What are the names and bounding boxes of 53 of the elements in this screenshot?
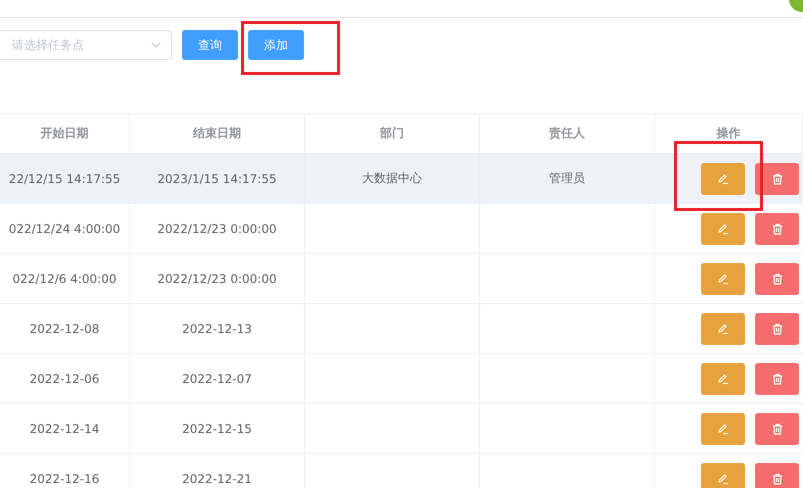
trash-icon (772, 322, 782, 334)
pencil-icon (717, 372, 729, 384)
pencil-icon (717, 472, 729, 484)
pencil-icon (717, 172, 729, 184)
pencil-icon (717, 272, 729, 284)
table-cell: 2022/12/23 0:00:00 (157, 222, 277, 236)
table-cell: 22/12/15 14:17:55 (8, 172, 120, 186)
trash-icon (772, 372, 782, 384)
edit-button[interactable] (701, 462, 745, 488)
table-cell: 2022-12-06 (30, 372, 100, 386)
table-cell: 2022-12-13 (182, 322, 252, 336)
trash-icon (772, 422, 782, 434)
edit-button[interactable] (701, 412, 745, 444)
table-cell: 2022-12-16 (30, 472, 100, 486)
edit-button[interactable] (701, 162, 745, 194)
table-cell: 2022-12-21 (182, 472, 252, 486)
trash-icon (772, 472, 782, 484)
table-cell: 2022-12-14 (30, 422, 100, 436)
task-point-select[interactable]: 请选择任务点 (0, 30, 172, 60)
delete-button[interactable] (755, 462, 799, 488)
delete-button[interactable] (755, 212, 799, 244)
table-cell: 2023/1/15 14:17:55 (157, 172, 277, 186)
table-cell: 022/12/24 4:00:00 (8, 222, 120, 236)
table-cell: 022/12/6 4:00:00 (12, 272, 116, 286)
column-header: 开始日期 (40, 125, 88, 142)
column-header: 结束日期 (193, 125, 241, 142)
table-cell: 2022-12-08 (30, 322, 100, 336)
chevron-down-icon (151, 42, 161, 48)
edit-button[interactable] (701, 262, 745, 294)
delete-button[interactable] (755, 362, 799, 394)
pencil-icon (717, 222, 729, 234)
delete-button[interactable] (755, 412, 799, 444)
table-cell: 2022-12-07 (182, 372, 252, 386)
pencil-icon (717, 422, 729, 434)
table-cell: 2022/12/23 0:00:00 (157, 272, 277, 286)
delete-button[interactable] (755, 312, 799, 344)
edit-button[interactable] (701, 362, 745, 394)
delete-button[interactable] (755, 262, 799, 294)
pencil-icon (717, 322, 729, 334)
edit-button[interactable] (701, 212, 745, 244)
add-button[interactable]: 添加 (248, 30, 304, 60)
table-cell: 2022-12-15 (182, 422, 252, 436)
column-header: 部门 (380, 125, 404, 142)
table-cell: 大数据中心 (362, 170, 422, 187)
column-header: 操作 (716, 125, 740, 142)
trash-icon (772, 272, 782, 284)
table-cell: 管理员 (549, 170, 585, 187)
query-button[interactable]: 查询 (182, 30, 238, 60)
delete-button[interactable] (755, 162, 799, 194)
trash-icon (772, 222, 782, 234)
edit-button[interactable] (701, 312, 745, 344)
column-header: 责任人 (549, 125, 585, 142)
trash-icon (772, 172, 782, 184)
